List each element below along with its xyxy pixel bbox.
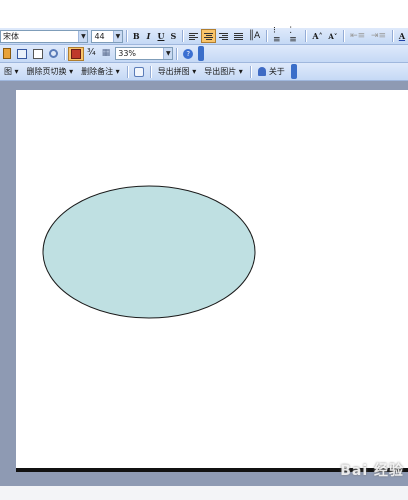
shadow-button[interactable]: S [167, 29, 179, 43]
align-left-button[interactable] [186, 29, 201, 43]
addin-toolbar: 图 ▾ 删除页切换 ▾ 删除备注 ▾ 导出拼图 ▾ 导出图片 ▾ 关于 [0, 63, 408, 81]
chevron-down-icon[interactable]: ▼ [163, 48, 173, 59]
document-icon [33, 48, 43, 59]
slide-canvas[interactable] [16, 90, 408, 468]
italic-button[interactable]: I [143, 29, 155, 43]
refresh-button[interactable] [131, 65, 147, 79]
bullets-button[interactable]: ⁚≡ [286, 26, 302, 45]
chart-icon [3, 48, 11, 59]
align-right-icon [218, 32, 228, 40]
numbered-list-icon: ⁝≡ [273, 26, 281, 45]
font-size-select[interactable]: 44 ▼ [91, 29, 123, 43]
delete-notes-menu[interactable]: 删除备注 ▾ [77, 65, 124, 79]
chevron-down-icon[interactable]: ▼ [78, 30, 88, 42]
formatting-toolbar: 宋体 ▼ 44 ▼ B I U S ║A ⁝≡ ⁚≡ A˄ A˅ ⇤≡ ⇥≡ A [0, 26, 408, 45]
toolbar-options-button[interactable] [290, 64, 297, 79]
export-collage-menu[interactable]: 导出拼图 ▾ [154, 65, 201, 79]
decrease-indent-button[interactable]: ⇤≡ [347, 29, 368, 43]
justify-icon [233, 32, 243, 40]
increase-indent-button[interactable]: ⇥≡ [368, 29, 389, 43]
slide-drawing [42, 185, 256, 319]
help-button[interactable]: ? [180, 47, 196, 61]
text-direction-button[interactable]: ║A [246, 29, 263, 43]
font-color-button[interactable]: A [396, 29, 408, 43]
separator [391, 30, 393, 42]
grayscale-button[interactable]: ¾ [84, 47, 99, 61]
delete-transitions-menu[interactable]: 删除页切换 ▾ [23, 65, 78, 79]
zoom-value: 33% [118, 49, 137, 58]
text-direction-icon: ║A [248, 30, 261, 41]
numbering-button[interactable]: ⁝≡ [270, 26, 286, 45]
magnifier-icon [49, 49, 58, 58]
bulleted-list-icon: ⁚≡ [289, 26, 297, 45]
watermark-logo: Bai 经验 [340, 463, 404, 479]
about-label: 关于 [268, 67, 285, 76]
about-button[interactable]: 关于 [254, 65, 289, 79]
search-button[interactable] [46, 47, 61, 61]
separator [176, 47, 178, 60]
separator [149, 65, 151, 78]
separator [305, 30, 307, 42]
separator [266, 30, 268, 42]
font-name-value: 宋体 [3, 31, 19, 41]
indent-icon: ⇥≡ [370, 30, 387, 41]
picture-menu[interactable]: 图 ▾ [0, 65, 23, 79]
align-left-icon [189, 32, 199, 40]
align-center-icon [204, 32, 214, 40]
decrease-font-button[interactable]: A˅ [326, 29, 341, 43]
user-icon [257, 67, 266, 76]
separator [64, 47, 65, 60]
font-size-value: 44 [94, 31, 105, 41]
formatting-marks-icon [71, 48, 81, 59]
increase-font-button[interactable]: A˄ [309, 29, 325, 43]
grayscale-icon: ¾ [87, 48, 96, 58]
separator [182, 30, 184, 42]
ellipse-shape[interactable] [42, 185, 256, 319]
status-bar [0, 486, 408, 500]
insert-object-button[interactable] [30, 47, 46, 61]
help-icon: ? [183, 48, 194, 59]
zoom-select[interactable]: 33% ▼ [115, 47, 174, 60]
grid-button[interactable]: ▦ [99, 47, 114, 61]
grid-icon: ▦ [101, 48, 111, 58]
underline-button[interactable]: U [155, 29, 168, 43]
toolbar-options-button[interactable] [198, 46, 205, 61]
show-formatting-button[interactable] [68, 46, 84, 61]
standard-toolbar: ¾ ▦ 33% ▼ ? [0, 45, 408, 63]
align-center-button[interactable] [201, 29, 217, 43]
export-images-menu[interactable]: 导出图片 ▾ [200, 65, 247, 79]
separator [343, 30, 345, 42]
insert-chart-button[interactable] [0, 47, 14, 61]
insert-table-button[interactable] [14, 47, 30, 61]
font-name-select[interactable]: 宋体 ▼ [0, 29, 89, 43]
separator [126, 65, 128, 78]
chevron-down-icon[interactable]: ▼ [112, 30, 122, 42]
separator [125, 30, 127, 42]
refresh-icon [133, 66, 144, 77]
separator [249, 65, 251, 78]
slide-editing-area[interactable] [0, 81, 408, 486]
outdent-icon: ⇤≡ [350, 30, 366, 41]
justify-button[interactable] [231, 29, 246, 43]
bold-button[interactable]: B [130, 29, 143, 43]
table-icon [17, 48, 27, 59]
align-right-button[interactable] [216, 29, 231, 43]
